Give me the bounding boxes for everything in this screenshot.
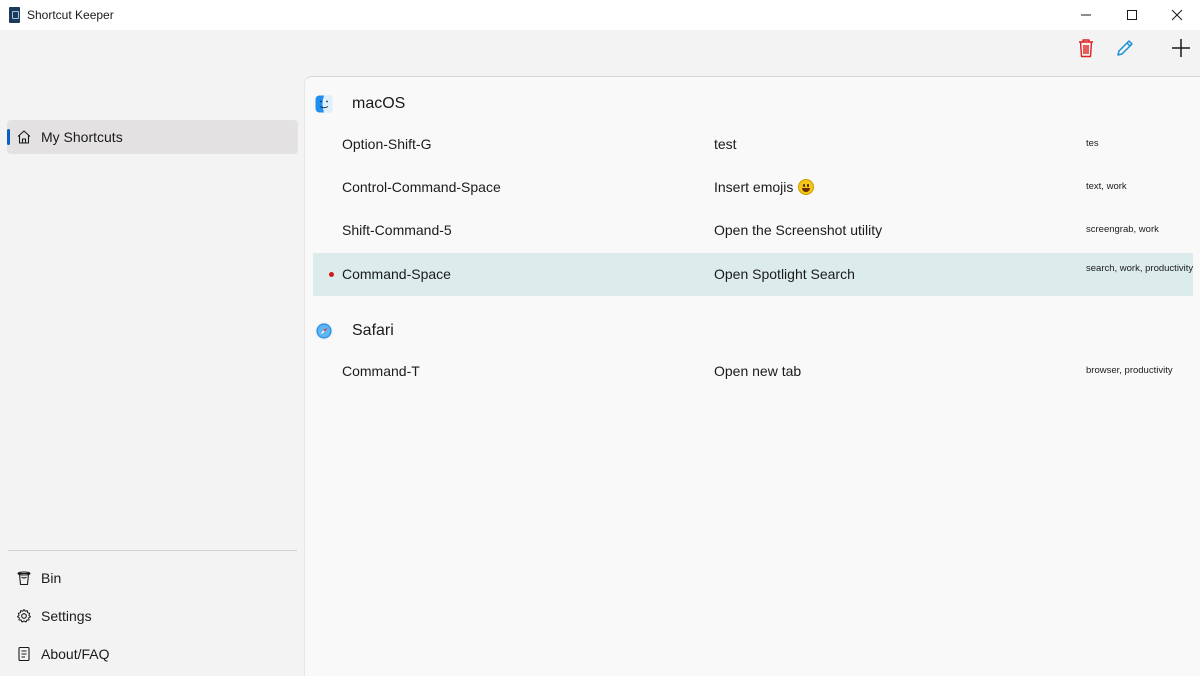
gear-icon [15, 607, 33, 625]
shortcut-description: test [714, 136, 737, 152]
shortcut-keys: Control-Command-Space [342, 179, 501, 195]
selection-indicator [7, 129, 10, 145]
sidebar-item-about-faq[interactable]: About/FAQ [7, 637, 298, 671]
shortcut-tags: tes [1086, 138, 1099, 149]
shortcut-row[interactable]: Control-Command-Space Insert emojis text… [313, 166, 1193, 209]
title-bar: Shortcut Keeper [0, 0, 1200, 30]
description-text: Open the Screenshot utility [714, 222, 883, 238]
close-icon [1171, 9, 1183, 21]
finder-icon [315, 95, 333, 113]
shortcut-description: Open Spotlight Search [714, 266, 855, 282]
plus-icon [1172, 39, 1190, 57]
maximize-icon [1127, 10, 1137, 20]
shortcut-tags: screengrab, work [1086, 224, 1159, 235]
sidebar-item-settings[interactable]: Settings [7, 599, 298, 633]
pencil-icon [1117, 40, 1133, 56]
grinning-face-emoji-icon [798, 179, 815, 195]
selected-marker-dot [329, 272, 334, 277]
sidebar-item-bin[interactable]: Bin [7, 561, 298, 595]
shortcut-tags: search, work, productivity [1086, 263, 1194, 274]
app-logo-icon [9, 7, 20, 23]
safari-compass-icon [315, 322, 333, 340]
home-icon [15, 128, 33, 146]
shortcut-keys: Command-Space [342, 266, 451, 282]
shortcut-row[interactable]: Command-T Open new tab browser, producti… [313, 350, 1193, 393]
shortcut-list-panel: macOS Option-Shift-G test tes Control-Co… [304, 76, 1200, 676]
sidebar-item-label: My Shortcuts [41, 129, 123, 145]
description-text: Open new tab [714, 363, 802, 379]
shortcut-tags: browser, productivity [1086, 365, 1173, 376]
shortcut-keys: Option-Shift-G [342, 136, 432, 152]
edit-button[interactable] [1110, 33, 1140, 63]
description-text: Insert emojis [714, 179, 794, 195]
add-button[interactable] [1166, 33, 1196, 63]
bin-icon [15, 569, 33, 587]
sidebar-item-label: Bin [41, 570, 62, 586]
sidebar-divider [8, 550, 297, 551]
description-text: Open Spotlight Search [714, 266, 855, 282]
shortcut-description: Insert emojis [714, 179, 815, 195]
description-text: test [714, 136, 737, 152]
group-name: macOS [352, 95, 406, 112]
sidebar-item-my-shortcuts[interactable]: My Shortcuts [7, 120, 298, 154]
shortcut-row[interactable]: Shift-Command-5 Open the Screenshot util… [313, 209, 1193, 252]
trash-icon [1079, 39, 1093, 58]
close-button[interactable] [1154, 0, 1200, 30]
maximize-button[interactable] [1109, 0, 1155, 30]
group-header-safari: Safari [313, 317, 394, 345]
app-title: Shortcut Keeper [27, 8, 114, 22]
shortcut-row-selected[interactable]: Command-Space Open Spotlight Search sear… [313, 253, 1193, 296]
document-icon [15, 645, 33, 663]
delete-button[interactable] [1071, 33, 1101, 63]
shortcut-keys: Shift-Command-5 [342, 222, 452, 238]
shortcut-keys: Command-T [342, 363, 420, 379]
minimize-button[interactable] [1063, 0, 1109, 30]
shortcut-row[interactable]: Option-Shift-G test tes [313, 123, 1193, 166]
shortcut-description: Open new tab [714, 363, 801, 379]
sidebar-item-label: About/FAQ [41, 646, 110, 662]
group-name: Safari [352, 322, 394, 339]
sidebar-item-label: Settings [41, 608, 92, 624]
group-header-macos: macOS [313, 90, 405, 118]
shortcut-description: Open the Screenshot utility [714, 222, 882, 238]
minimize-icon [1081, 14, 1091, 16]
shortcut-tags: text, work [1086, 181, 1127, 192]
